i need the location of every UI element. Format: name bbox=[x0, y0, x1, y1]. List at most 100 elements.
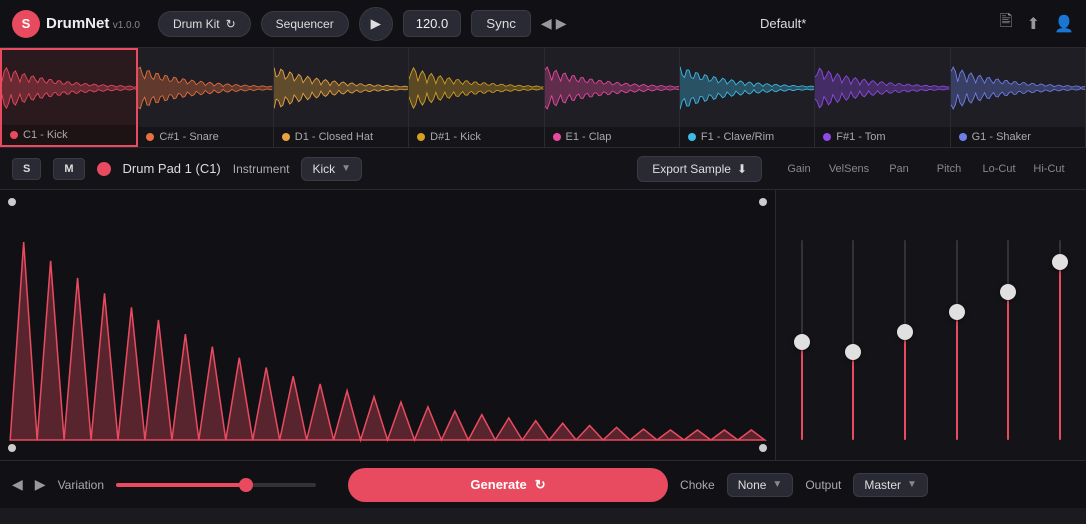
pad-label-e1: E1 - Clap bbox=[545, 127, 679, 147]
pad-waveform-cs1 bbox=[138, 48, 272, 127]
user-icon[interactable]: 👤 bbox=[1054, 14, 1074, 34]
param-header-pitch: Pitch bbox=[924, 163, 974, 175]
pad-cs1[interactable]: C#1 - Snare bbox=[138, 48, 273, 147]
fader-pan bbox=[904, 240, 906, 440]
corner-handle-bl[interactable] bbox=[8, 444, 16, 452]
instrument-value: Kick bbox=[312, 162, 335, 176]
sequencer-button[interactable]: Sequencer bbox=[261, 11, 349, 37]
variation-slider[interactable] bbox=[116, 483, 336, 487]
pad-waveform-ds1 bbox=[409, 48, 543, 127]
pad-ds1[interactable]: D#1 - Kick bbox=[409, 48, 544, 147]
param-header-velsens: VelSens bbox=[824, 163, 874, 175]
pad-label-f1: F1 - Clave/Rim bbox=[680, 127, 814, 147]
pad-label-c1: C1 - Kick bbox=[2, 125, 136, 145]
pads-row: C1 - Kick C#1 - Snare D1 - Closed Hat D#1 -… bbox=[0, 48, 1086, 148]
main-waveform bbox=[0, 190, 775, 460]
pad-name-g1: G1 - Shaker bbox=[972, 131, 1031, 143]
choke-select[interactable]: None ▼ bbox=[727, 473, 794, 497]
pad-label: Drum Pad 1 (C1) bbox=[123, 161, 221, 176]
app-version: v1.0.0 bbox=[113, 20, 140, 31]
top-icons: 🖹 ⬆ 👤 bbox=[1000, 10, 1074, 37]
pad-waveform-fs1 bbox=[815, 48, 949, 127]
pad-name-c1: C1 - Kick bbox=[23, 129, 68, 141]
param-header-pan: Pan bbox=[874, 163, 924, 175]
bpm-display[interactable]: 120.0 bbox=[403, 10, 462, 37]
export-icon[interactable]: ⬆ bbox=[1027, 14, 1040, 34]
nav-left-button[interactable]: ◀ bbox=[541, 15, 552, 32]
generate-icon: ↻ bbox=[535, 477, 546, 493]
fader-track-lo-cut[interactable] bbox=[1007, 240, 1009, 440]
pad-name-e1: E1 - Clap bbox=[566, 131, 612, 143]
output-select[interactable]: Master ▼ bbox=[853, 473, 928, 497]
pad-label-d1: D1 - Closed Hat bbox=[274, 127, 408, 147]
chevron-down-icon: ▼ bbox=[341, 163, 351, 174]
corner-handle-tr[interactable] bbox=[759, 198, 767, 206]
drum-kit-button[interactable]: Drum Kit ↻ bbox=[158, 11, 251, 37]
sync-button[interactable]: Sync bbox=[471, 10, 531, 37]
m-button[interactable]: M bbox=[53, 158, 84, 180]
bottom-bar: ◀ ▶ Variation Generate ↻ Choke None ▼ Ou… bbox=[0, 460, 1086, 508]
sequencer-label: Sequencer bbox=[276, 17, 334, 31]
pad-waveform-g1 bbox=[951, 48, 1085, 127]
main-area bbox=[0, 190, 1086, 460]
pad-c1[interactable]: C1 - Kick bbox=[0, 48, 138, 147]
export-sample-button[interactable]: Export Sample ⬇ bbox=[637, 156, 762, 182]
export-sample-icon: ⬇ bbox=[737, 162, 747, 176]
export-sample-label: Export Sample bbox=[652, 162, 731, 176]
pad-e1[interactable]: E1 - Clap bbox=[545, 48, 680, 147]
pad-name-cs1: C#1 - Snare bbox=[159, 131, 218, 143]
pad-dot-f1 bbox=[688, 133, 696, 141]
instrument-select[interactable]: Kick ▼ bbox=[301, 157, 362, 181]
s-button[interactable]: S bbox=[12, 158, 41, 180]
fader-gain bbox=[801, 240, 803, 440]
pad-waveform-e1 bbox=[545, 48, 679, 127]
nav-right-button[interactable]: ▶ bbox=[556, 15, 567, 32]
fader-knob-hi-cut[interactable] bbox=[1052, 254, 1068, 270]
pad-dot-cs1 bbox=[146, 133, 154, 141]
pad-waveform-d1 bbox=[274, 48, 408, 127]
generate-button[interactable]: Generate ↻ bbox=[348, 468, 668, 502]
pad-name-d1: D1 - Closed Hat bbox=[295, 131, 373, 143]
choke-value: None bbox=[738, 478, 767, 492]
fader-hi-cut bbox=[1059, 240, 1061, 440]
variation-prev-button[interactable]: ◀ bbox=[12, 476, 23, 493]
corner-handle-br[interactable] bbox=[759, 444, 767, 452]
fader-knob-pitch[interactable] bbox=[949, 304, 965, 320]
app-name: DrumNet bbox=[46, 15, 109, 32]
fader-knob-lo-cut[interactable] bbox=[1000, 284, 1016, 300]
choke-chevron-icon: ▼ bbox=[772, 479, 782, 490]
fader-pitch bbox=[956, 240, 958, 440]
pad-name-fs1: F#1 - Tom bbox=[836, 131, 885, 143]
pad-dot-g1 bbox=[959, 133, 967, 141]
fader-lo-cut bbox=[1007, 240, 1009, 440]
fader-track-pitch[interactable] bbox=[956, 240, 958, 440]
fader-knob-pan[interactable] bbox=[897, 324, 913, 340]
fader-track-pan[interactable] bbox=[904, 240, 906, 440]
fader-knob-velsens[interactable] bbox=[845, 344, 861, 360]
param-header-gain: Gain bbox=[774, 163, 824, 175]
fader-knob-gain[interactable] bbox=[794, 334, 810, 350]
play-button[interactable]: ▶ bbox=[359, 7, 393, 41]
pad-f1[interactable]: F1 - Clave/Rim bbox=[680, 48, 815, 147]
pad-dot-c1 bbox=[10, 131, 18, 139]
generate-label: Generate bbox=[470, 477, 526, 492]
fader-track-velsens[interactable] bbox=[852, 240, 854, 440]
fader-track-gain[interactable] bbox=[801, 240, 803, 440]
variation-next-button[interactable]: ▶ bbox=[35, 476, 46, 493]
param-header-lo-cut: Lo-Cut bbox=[974, 163, 1024, 175]
pad-dot-ds1 bbox=[417, 133, 425, 141]
param-headers: GainVelSensPanPitchLo-CutHi-Cut bbox=[774, 163, 1074, 175]
pad-g1[interactable]: G1 - Shaker bbox=[951, 48, 1086, 147]
fader-track-hi-cut[interactable] bbox=[1059, 240, 1061, 440]
instrument-section-label: Instrument bbox=[233, 162, 290, 176]
corner-handle-tl[interactable] bbox=[8, 198, 16, 206]
pad-d1[interactable]: D1 - Closed Hat bbox=[274, 48, 409, 147]
output-value: Master bbox=[864, 478, 901, 492]
nav-arrows: ◀ ▶ bbox=[541, 15, 567, 32]
pad-label-fs1: F#1 - Tom bbox=[815, 127, 949, 147]
save-icon[interactable]: 🖹 bbox=[1000, 10, 1013, 37]
pad-label-ds1: D#1 - Kick bbox=[409, 127, 543, 147]
output-label: Output bbox=[805, 478, 841, 492]
pad-fs1[interactable]: F#1 - Tom bbox=[815, 48, 950, 147]
pad-dot-e1 bbox=[553, 133, 561, 141]
